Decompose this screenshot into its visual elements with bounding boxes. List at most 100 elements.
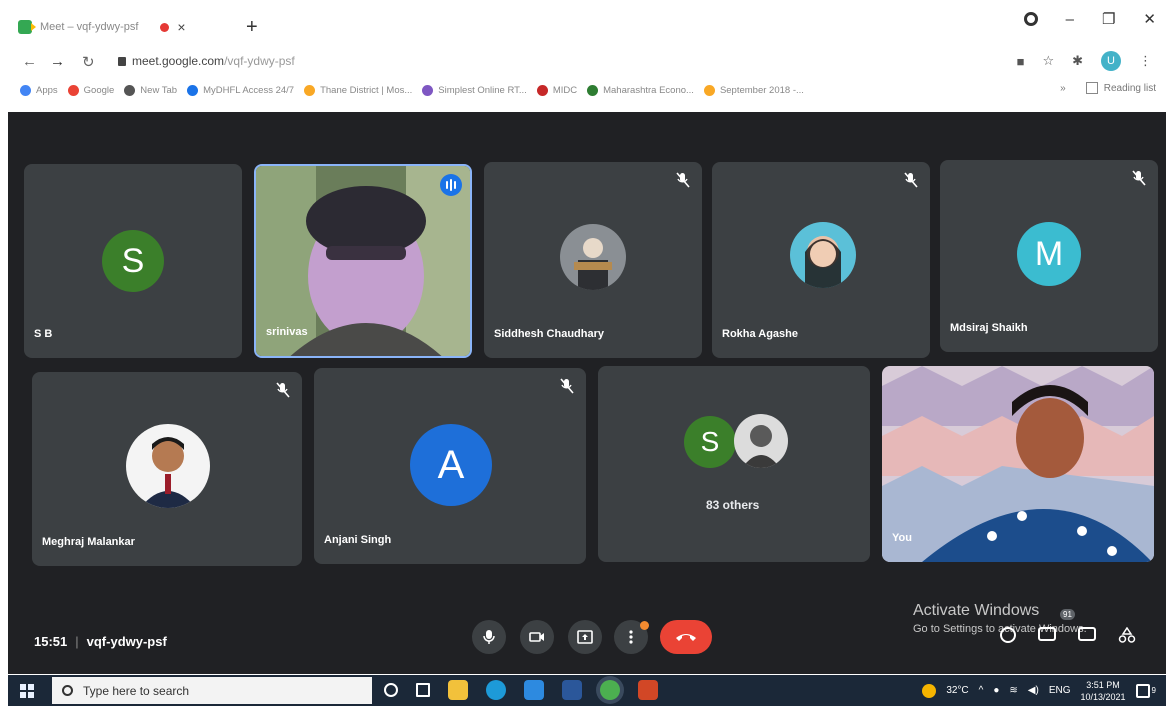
mic-off-icon xyxy=(560,378,574,394)
others-tile[interactable]: S 83 others xyxy=(598,366,870,562)
url-field[interactable]: meet.google.com/vqf-ydwy-psf xyxy=(118,54,295,68)
notification-center-icon[interactable] xyxy=(1135,683,1150,698)
camera-button[interactable] xyxy=(520,620,554,654)
task-view-icon[interactable] xyxy=(416,683,430,697)
bookmark-item[interactable]: Simplest Online RT... xyxy=(422,84,527,96)
bookmark-item[interactable]: New Tab xyxy=(124,84,178,96)
notification-dot xyxy=(640,621,649,630)
others-count: 83 others xyxy=(706,498,760,512)
windows-start-icon[interactable] xyxy=(20,684,34,698)
bookmark-label: Thane District | Mos... xyxy=(320,84,413,96)
microphone-tray-icon[interactable]: ● xyxy=(993,685,999,696)
powerpoint-icon[interactable] xyxy=(638,680,658,700)
info-button[interactable] xyxy=(1000,627,1016,643)
tab-close-button[interactable]: × xyxy=(177,19,185,35)
participant-name: Anjani Singh xyxy=(324,534,392,546)
microphone-button[interactable] xyxy=(472,620,506,654)
participant-tile[interactable]: Siddhesh Chaudhary xyxy=(484,162,702,358)
lock-icon xyxy=(118,56,126,66)
side-panel-buttons xyxy=(1000,626,1136,643)
mic-off-icon xyxy=(276,382,290,398)
people-button[interactable] xyxy=(1038,627,1056,641)
bookmark-item[interactable]: Maharashtra Econo... xyxy=(587,84,694,96)
edge-icon[interactable] xyxy=(486,680,506,700)
weather-icon[interactable] xyxy=(922,683,937,698)
address-bar: ← → ↻ meet.google.com/vqf-ydwy-psf ■ ☆ ✱… xyxy=(0,44,1166,78)
bookmark-icon xyxy=(187,84,199,96)
show-hidden-icons-icon[interactable]: ^ xyxy=(979,685,984,696)
avatar xyxy=(734,414,788,468)
participant-tile[interactable]: Meghraj Malankar xyxy=(32,372,302,566)
bookmark-item[interactable]: September 2018 -... xyxy=(703,84,804,96)
language-indicator[interactable]: ENG xyxy=(1049,685,1071,696)
close-window-button[interactable]: ✕ xyxy=(1143,10,1156,28)
reload-button[interactable]: ↻ xyxy=(82,53,95,71)
store-icon[interactable] xyxy=(524,680,544,700)
windows-taskbar: Type here to search 32°C ^ ● ≋ ◀) ENG 3:… xyxy=(8,675,1166,706)
participant-name: S B xyxy=(34,328,53,340)
present-screen-button[interactable] xyxy=(568,620,602,654)
bookmarks-overflow-button[interactable]: » xyxy=(1060,83,1066,94)
bookmark-item[interactable]: MIDC xyxy=(536,84,578,96)
bookmark-icon xyxy=(304,84,316,96)
bookmark-icon xyxy=(422,84,434,96)
url-path: /vqf-ydwy-psf xyxy=(224,54,295,68)
word-icon[interactable] xyxy=(562,680,582,700)
extensions-icon[interactable]: ✱ xyxy=(1072,53,1083,69)
bookmark-icon xyxy=(20,84,31,96)
people-count-badge: 91 xyxy=(1060,609,1075,620)
leave-call-button[interactable] xyxy=(660,620,712,654)
self-tile[interactable]: You xyxy=(882,366,1154,562)
participant-tile-speaking[interactable]: srinivas xyxy=(254,164,472,358)
participant-tile[interactable]: S S B xyxy=(24,164,242,358)
system-clock[interactable]: 3:51 PM 10/13/2021 xyxy=(1081,679,1126,703)
more-options-button[interactable] xyxy=(614,620,649,654)
url-host: meet.google.com xyxy=(132,54,225,68)
participant-tile[interactable]: Rokha Agashe xyxy=(712,162,930,358)
taskbar-search-input[interactable]: Type here to search xyxy=(52,677,372,704)
browser-tab[interactable]: Meet – vqf-ydwy-psf × xyxy=(18,14,238,40)
bookmark-item[interactable]: MyDHFL Access 24/7 xyxy=(187,84,294,96)
bookmark-item[interactable]: Thane District | Mos... xyxy=(304,84,413,96)
browser-menu-icon[interactable]: ⋮ xyxy=(1139,53,1152,69)
participant-tile[interactable]: M Mdsiraj Shaikh xyxy=(940,160,1158,352)
temperature[interactable]: 32°C xyxy=(946,685,968,696)
participant-name: srinivas xyxy=(266,326,308,338)
search-icon xyxy=(62,685,73,696)
network-icon[interactable]: ≋ xyxy=(1009,685,1017,696)
new-tab-button[interactable]: + xyxy=(246,16,258,39)
minimize-button[interactable]: – xyxy=(1066,11,1074,28)
reading-list-button[interactable]: » Reading list xyxy=(1060,82,1156,94)
meeting-code: vqf-ydwy-psf xyxy=(86,634,167,649)
address-bar-actions: ■ ☆ ✱ U ⋮ xyxy=(1017,51,1152,71)
profile-icon[interactable] xyxy=(1023,12,1038,26)
window-controls: – ❐ ✕ xyxy=(1023,10,1156,28)
participant-tile[interactable]: A Anjani Singh xyxy=(314,368,586,564)
meeting-details: 15:51 | vqf-ydwy-psf xyxy=(34,634,167,649)
bookmark-star-icon[interactable]: ☆ xyxy=(1042,53,1054,69)
cortana-icon[interactable] xyxy=(384,683,398,697)
bookmark-item[interactable]: Apps xyxy=(20,84,58,96)
microphone-icon xyxy=(483,630,495,644)
volume-icon[interactable]: ◀) xyxy=(1028,685,1039,696)
back-button[interactable]: ← xyxy=(22,53,37,70)
file-explorer-icon[interactable] xyxy=(448,680,468,700)
mic-off-icon xyxy=(1132,170,1146,186)
taskbar-apps xyxy=(384,680,658,700)
participant-name: Siddhesh Chaudhary xyxy=(494,328,605,340)
bookmark-label: New Tab xyxy=(140,84,178,96)
bookmark-icon xyxy=(536,84,548,96)
bookmark-item[interactable]: Google xyxy=(67,84,114,96)
end-call-icon xyxy=(676,634,696,641)
profile-avatar[interactable]: U xyxy=(1101,51,1121,71)
activities-icon xyxy=(1118,626,1136,643)
chat-button[interactable] xyxy=(1078,627,1096,641)
participant-name: Mdsiraj Shaikh xyxy=(950,322,1028,334)
bookmark-label: MIDC xyxy=(552,84,578,96)
present-screen-icon xyxy=(577,630,593,644)
maximize-button[interactable]: ❐ xyxy=(1102,10,1115,28)
forward-button[interactable]: → xyxy=(50,53,65,70)
activities-button[interactable] xyxy=(1118,626,1136,643)
chrome-icon[interactable] xyxy=(600,680,620,700)
camera-indicator-icon[interactable]: ■ xyxy=(1017,54,1025,69)
